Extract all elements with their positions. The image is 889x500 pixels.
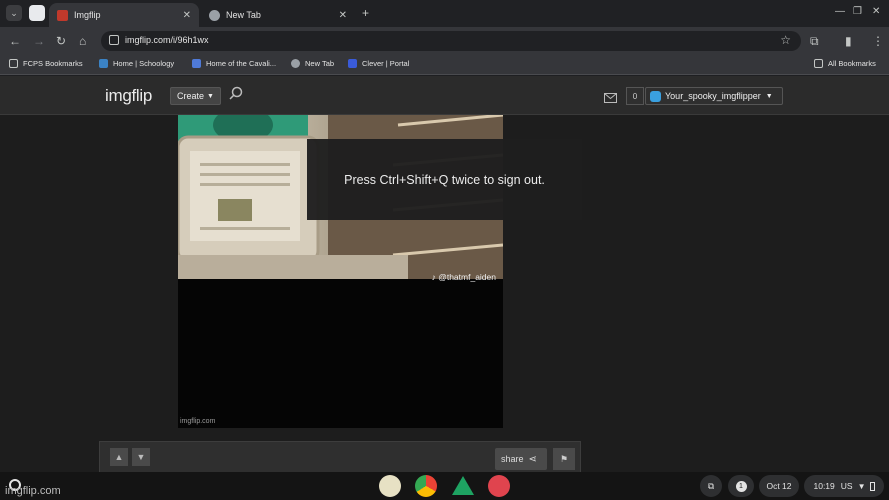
notification-count[interactable]: 0 bbox=[626, 87, 644, 105]
close-tab-icon[interactable]: ✕ bbox=[339, 10, 347, 21]
globe-icon bbox=[291, 59, 300, 68]
date-button[interactable]: Oct 12 bbox=[759, 475, 799, 497]
wifi-icon: ▼ bbox=[857, 481, 866, 491]
tab-title: Imgflip bbox=[74, 10, 101, 20]
tab-imgflip[interactable]: Imgflip ✕ bbox=[49, 3, 199, 27]
time-text: 10:19 bbox=[813, 481, 835, 491]
bookmark-cavaliers[interactable]: Home of the Cavali... bbox=[192, 59, 276, 68]
bookmark-fcps[interactable]: FCPS Bookmarks bbox=[9, 59, 83, 68]
overview-icon: ⧉ bbox=[707, 480, 715, 491]
imgflip-favicon-icon bbox=[57, 9, 68, 21]
notification-count-badge: 1 bbox=[735, 480, 747, 492]
mail-icon[interactable] bbox=[604, 90, 617, 108]
create-label: Create bbox=[177, 91, 205, 101]
address-bar[interactable]: imgflip.com/i/96h1wx ☆ bbox=[101, 31, 801, 51]
date-text: Oct 12 bbox=[766, 481, 792, 491]
tiktok-handle-text: @thatmf_aiden bbox=[438, 272, 496, 282]
share-icon: ⋖ bbox=[528, 453, 537, 465]
bookmark-label: New Tab bbox=[305, 59, 335, 68]
all-bookmarks[interactable]: All Bookmarks bbox=[814, 59, 876, 68]
create-button[interactable]: Create ▼ bbox=[170, 87, 221, 105]
restore-icon[interactable]: ❐ bbox=[853, 6, 862, 17]
notification-tray[interactable]: 1 bbox=[728, 475, 754, 497]
tab-strip: ⌄ Imgflip ✕ New Tab ✕ + — ❐ ✕ bbox=[0, 0, 889, 27]
site-info-icon[interactable] bbox=[109, 35, 119, 45]
share-button[interactable]: share ⋖ bbox=[495, 448, 547, 470]
tab-title: New Tab bbox=[226, 10, 261, 20]
video-watermark: imgflip.com bbox=[180, 418, 216, 425]
bookmark-new-tab[interactable]: New Tab bbox=[291, 59, 334, 68]
battery-icon bbox=[869, 481, 875, 491]
upvote-button[interactable]: ▲ bbox=[110, 448, 128, 466]
bookmark-label: Home of the Cavali... bbox=[206, 59, 277, 68]
bookmark-label: Home | Schoology bbox=[113, 59, 175, 68]
tab-group-button[interactable] bbox=[29, 5, 45, 21]
sign-out-toast: Press Ctrl+Shift+Q twice to sign out. bbox=[307, 139, 582, 220]
schoology-icon bbox=[99, 59, 108, 68]
files-app-icon[interactable] bbox=[379, 475, 401, 497]
home-icon[interactable]: ⌂ bbox=[79, 34, 86, 48]
page-watermark: imgflip.com bbox=[5, 485, 61, 497]
bookmark-label: FCPS Bookmarks bbox=[23, 59, 83, 68]
chrome-icon[interactable] bbox=[415, 475, 437, 497]
site-header: imgflip Create ▼ 0 Your_spooky_imgflippe… bbox=[0, 76, 889, 115]
bookmark-star-icon[interactable]: ☆ bbox=[780, 33, 791, 47]
bookmark-label: Clever | Portal bbox=[362, 59, 410, 68]
share-label: share bbox=[501, 454, 524, 464]
overview-button[interactable]: ⧉ bbox=[700, 475, 722, 497]
tiktok-icon: ♪ bbox=[431, 272, 436, 282]
drive-icon[interactable] bbox=[452, 476, 474, 495]
downvote-button[interactable]: ▼ bbox=[132, 448, 150, 466]
all-bookmarks-label: All Bookmarks bbox=[828, 59, 876, 68]
bookmark-schoology[interactable]: Home | Schoology bbox=[99, 59, 174, 68]
user-avatar-icon bbox=[650, 90, 661, 102]
forward-icon[interactable]: → bbox=[33, 34, 45, 48]
chevron-down-icon: ▼ bbox=[765, 92, 773, 100]
username: Your_spooky_imgflipper bbox=[665, 91, 761, 101]
status-tray[interactable]: 10:19 US ▼ bbox=[804, 475, 884, 497]
cavalier-icon bbox=[192, 59, 201, 68]
back-icon[interactable]: ← bbox=[9, 34, 21, 48]
search-icon[interactable] bbox=[229, 86, 243, 100]
folder-icon bbox=[9, 59, 18, 68]
side-panel-icon[interactable]: ▮ bbox=[845, 34, 852, 48]
extensions-icon[interactable]: ⧉ bbox=[810, 34, 819, 48]
chevron-down-icon: ▼ bbox=[207, 92, 214, 100]
system-shelf: ⧉ 1 Oct 12 10:19 US ▼ bbox=[0, 472, 889, 500]
url-text[interactable]: imgflip.com/i/96h1wx bbox=[125, 35, 209, 45]
clever-icon bbox=[348, 59, 357, 68]
minimize-icon[interactable]: — bbox=[835, 6, 845, 17]
close-window-icon[interactable]: ✕ bbox=[872, 6, 880, 17]
user-menu-button[interactable]: Your_spooky_imgflipper ▼ bbox=[645, 87, 783, 105]
folder-icon bbox=[814, 59, 823, 68]
new-tab-button[interactable]: + bbox=[362, 6, 369, 20]
flag-button[interactable]: ⚑ bbox=[553, 448, 575, 470]
locale-text: US bbox=[840, 481, 853, 491]
globe-icon bbox=[209, 9, 220, 21]
tab-search-button[interactable]: ⌄ bbox=[6, 5, 22, 21]
paint-app-icon[interactable] bbox=[488, 475, 510, 497]
flag-icon: ⚑ bbox=[559, 453, 569, 464]
tiktok-handle: ♪ @thatmf_aiden bbox=[432, 272, 496, 282]
tab-new-tab[interactable]: New Tab ✕ bbox=[201, 3, 355, 27]
bookmark-clever[interactable]: Clever | Portal bbox=[348, 59, 409, 68]
bookmarks-bar: FCPS Bookmarks Home | Schoology Home of … bbox=[0, 55, 889, 75]
close-tab-icon[interactable]: ✕ bbox=[183, 10, 191, 21]
menu-icon[interactable]: ⋮ bbox=[872, 34, 884, 48]
vote-bar: ▲ ▼ share ⋖ ⚑ bbox=[99, 441, 581, 473]
imgflip-logo[interactable]: imgflip bbox=[105, 86, 152, 106]
reload-icon[interactable]: ↻ bbox=[56, 34, 66, 48]
